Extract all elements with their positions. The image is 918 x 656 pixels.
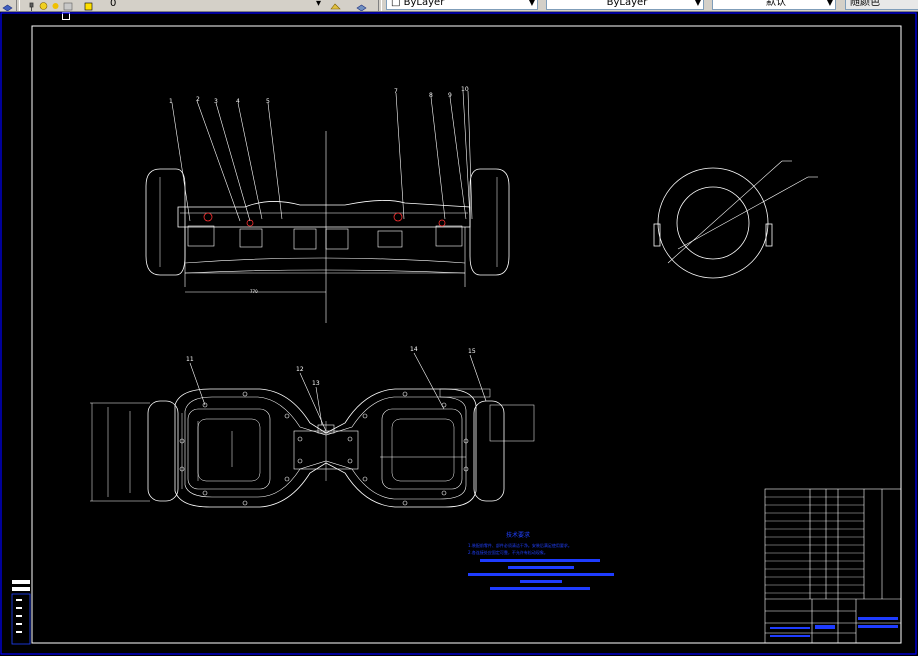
right-motor xyxy=(393,212,403,222)
linetype-swatch-icon: □ xyxy=(391,0,404,8)
layer-name-text: 0 xyxy=(110,0,117,9)
svg-text:770: 770 xyxy=(250,289,258,294)
balloon-label: 13 xyxy=(312,380,320,387)
balloon-label: 4 xyxy=(236,98,240,105)
plotstyle-value: 默认 xyxy=(766,0,786,8)
tech-req-line-2: 2.各连接处应固定可靠，不允许有松动现象。 xyxy=(468,549,548,555)
balloon-label: 12 xyxy=(296,366,304,373)
make-current-layer-icon[interactable] xyxy=(330,0,341,10)
balloon-label: 15 xyxy=(468,348,476,355)
sheet-outer-border xyxy=(0,12,917,655)
layer-manager-icon[interactable] xyxy=(2,0,13,11)
balloon-label: 14 xyxy=(410,346,418,353)
layer-previous-icon[interactable] xyxy=(356,0,367,11)
balloon-label: 11 xyxy=(186,356,194,363)
linetype-value: ByLayer xyxy=(403,0,445,8)
plotstyle-combo[interactable]: 默认 ▼ xyxy=(712,0,836,10)
drawing-frame xyxy=(31,25,902,644)
linetype-combo[interactable]: □ ByLayer ▼ xyxy=(386,0,538,10)
chevron-down-icon: ▼ xyxy=(694,0,701,7)
balloon-label: 8 xyxy=(429,92,433,99)
title-block-rows xyxy=(765,496,864,594)
sun-icon[interactable] xyxy=(50,0,61,9)
color-swatch-icon[interactable] xyxy=(84,0,95,11)
wheel-side-view xyxy=(653,160,818,279)
color-combo[interactable]: 随颜色 xyxy=(845,0,918,10)
top-view xyxy=(90,352,535,508)
color-value: 随颜色 xyxy=(850,0,880,8)
side-legend xyxy=(11,580,31,645)
layer-dropdown-arrow-icon[interactable]: ▾ xyxy=(316,0,321,10)
pin-icon[interactable] xyxy=(26,0,37,11)
balloon-label: 3 xyxy=(214,98,218,105)
left-wheel-top xyxy=(147,400,179,502)
balloon-label: 10 xyxy=(461,86,469,93)
balloon-label: 1 xyxy=(169,98,173,105)
balloon-label: 7 xyxy=(394,88,398,95)
lineweight-value: ByLayer xyxy=(606,0,648,8)
toolbar-separator xyxy=(16,0,20,11)
lineweight-combo[interactable]: ByLayer ▼ xyxy=(546,0,704,10)
layer-freeze-icon[interactable] xyxy=(63,0,74,11)
text-highlight xyxy=(480,559,600,562)
lightbulb-icon[interactable] xyxy=(38,0,49,10)
right-wheel xyxy=(469,168,510,276)
left-motor xyxy=(203,212,213,222)
balloon-label: 2 xyxy=(196,96,200,103)
tech-req-line-1: 1.装配前零件、部件必须清洁干净。安装后满足使用要求。 xyxy=(468,542,572,548)
chevron-down-icon: ▼ xyxy=(528,0,535,7)
balloon-label: 5 xyxy=(266,98,270,105)
left-wheel xyxy=(145,168,186,276)
title-block-highlights xyxy=(770,617,898,637)
drawing-canvas[interactable]: 770 1 2 3 4 5 7 8 9 10 11 12 13 14 15 技术… xyxy=(0,11,918,656)
toolbar-separator xyxy=(378,0,382,11)
technical-requirements: 技术要求 1.装配前零件、部件必须清洁干净。安装后满足使用要求。 2.各连接处应… xyxy=(468,531,614,590)
tech-req-title: 技术要求 xyxy=(506,531,530,539)
chassis-top-outline xyxy=(177,200,471,228)
front-view: 770 xyxy=(145,90,510,323)
balloon-label: 9 xyxy=(448,92,452,99)
chevron-down-icon: ▼ xyxy=(826,0,833,7)
right-wheel-top xyxy=(473,400,505,502)
